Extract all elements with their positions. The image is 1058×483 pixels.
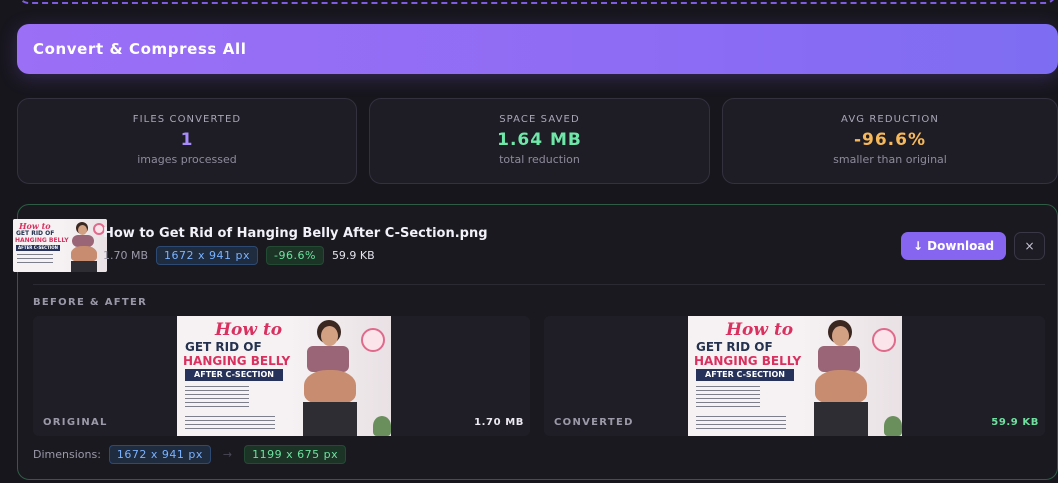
before-after-title: BEFORE & AFTER [33,297,148,308]
original-image: How to GET RID OF HANGING BELLY AFTER C-… [177,316,391,436]
original-caption: ORIGINAL [43,417,108,428]
stat-label: FILES CONVERTED [132,114,242,125]
art-text: HANGING BELLY [15,237,69,244]
dimensions-row: Dimensions: 1672 x 941 px → 1199 x 675 p… [33,444,347,464]
stat-subtext: total reduction [499,153,580,166]
art-text: GET RID OF [16,230,55,237]
new-size: 59.9 KB [331,249,375,262]
original-dimensions-badge: 1672 x 941 px [108,444,211,464]
stat-value: 1 [180,130,194,150]
converted-size-label: 59.9 KB [991,417,1039,428]
stat-label: SPACE SAVED [499,114,580,125]
original-size-label: 1.70 MB [474,417,524,428]
converted-image: How to GET RID OF HANGING BELLY AFTER C-… [688,316,902,436]
stat-card-files-converted: FILES CONVERTED 1 images processed [17,98,357,184]
stat-card-space-saved: SPACE SAVED 1.64 MB total reduction [369,98,710,184]
art-text: How to [215,320,283,340]
converted-preview: How to GET RID OF HANGING BELLY AFTER C-… [544,316,1045,436]
art-text: GET RID OF [185,340,262,354]
converted-dimensions-badge: 1199 x 675 px [244,444,347,464]
original-size: 1.70 MB [103,249,149,262]
stat-label: AVG REDUCTION [841,114,939,125]
convert-button-label: Convert & Compress All [33,40,247,58]
remove-file-button[interactable]: × [1014,232,1045,260]
dimensions-label: Dimensions: [33,447,101,461]
art-text: AFTER C-SECTION [16,245,60,251]
arrow-icon: → [222,447,233,461]
stat-subtext: smaller than original [833,153,947,166]
original-preview: How to GET RID OF HANGING BELLY AFTER C-… [33,316,530,436]
reduction-badge: -96.6% [266,246,324,265]
file-thumbnail: How to GET RID OF HANGING BELLY AFTER C-… [13,219,107,272]
art-text: AFTER C-SECTION [696,369,794,381]
art-text: HANGING BELLY [183,354,291,368]
art-text: GET RID OF [696,340,773,354]
download-button[interactable]: ↓ Download [901,232,1006,260]
stat-subtext: images processed [137,153,237,166]
stat-value: 1.64 MB [497,130,582,150]
dimensions-badge: 1672 x 941 px [156,246,259,265]
art-text: HANGING BELLY [694,354,802,368]
close-icon: × [1024,239,1035,253]
file-meta-row: 1.70 MB 1672 x 941 px -96.6% 59.9 KB [103,246,375,265]
stat-value: -96.6% [853,130,927,150]
stat-card-avg-reduction: AVG REDUCTION -96.6% smaller than origin… [722,98,1058,184]
download-label: ↓ Download [912,239,995,253]
file-name: How to Get Rid of Hanging Belly After C-… [103,226,488,241]
converted-caption: CONVERTED [554,417,634,428]
art-text: How to [726,320,794,340]
divider [33,284,1045,285]
convert-compress-all-button[interactable]: Convert & Compress All [17,24,1058,74]
drop-zone[interactable] [17,0,1057,4]
art-text: AFTER C-SECTION [185,369,283,381]
